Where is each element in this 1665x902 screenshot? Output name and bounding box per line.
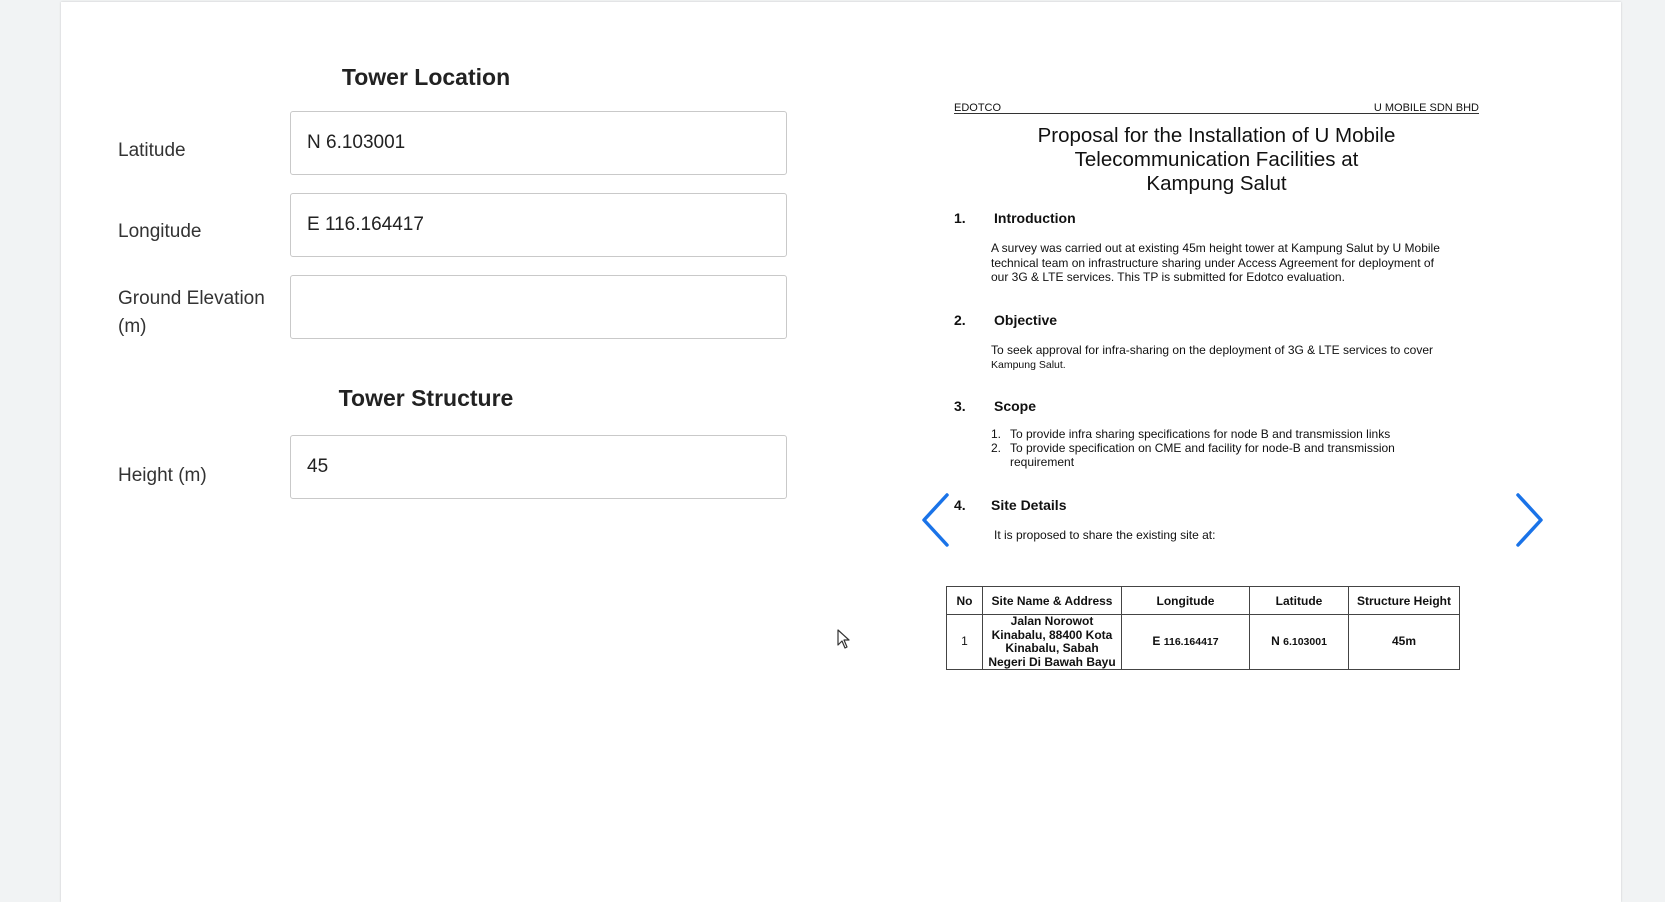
section-number: 4.	[954, 497, 966, 513]
section-number: 1.	[954, 210, 966, 226]
address-line: Negeri Di Bawah Bayu	[988, 654, 1116, 669]
ground-elevation-input[interactable]	[290, 275, 787, 339]
cell-address: Jalan Norowot Kinabalu, 88400 Kota Kinab…	[982, 614, 1122, 670]
paragraph-line: To seek approval for infra-sharing on th…	[991, 343, 1433, 357]
paragraph-line: our 3G & LTE services. This TP is submit…	[991, 270, 1345, 284]
latitude-prefix: N	[1271, 633, 1280, 648]
document-title-line: Proposal for the Installation of U Mobil…	[1037, 124, 1396, 147]
chevron-right-icon	[1516, 493, 1543, 547]
mouse-cursor-icon	[837, 629, 850, 649]
paragraph-line: Kampung Salut.	[991, 358, 1066, 371]
cell-longitude: E 116.164417	[1121, 614, 1250, 670]
address-line: Jalan Norowot	[1010, 614, 1094, 628]
height-label: Height (m)	[118, 465, 207, 486]
list-number: 2.	[991, 441, 1002, 455]
column-header: Site Name & Address	[982, 586, 1122, 615]
paragraph-line: technical team on infrastructure sharing…	[991, 255, 1434, 270]
document-header-left: EDOTCO	[954, 102, 1002, 114]
longitude-prefix: E	[1152, 633, 1161, 648]
list-text: To provide infra sharing specifications …	[1010, 427, 1391, 441]
section-heading-site-details: Site Details	[991, 497, 1067, 513]
paragraph-line: It is proposed to share the existing sit…	[994, 528, 1216, 542]
site-details-table: No Site Name & Address Longitude Latitud…	[946, 586, 1460, 670]
cell-latitude: N 6.103001	[1249, 614, 1349, 670]
previous-page-button[interactable]	[920, 492, 954, 548]
scope-list-item: 1. To provide infra sharing specification…	[991, 427, 1390, 442]
chevron-left-icon	[922, 493, 949, 547]
document-title-line: Kampung Salut	[1146, 172, 1287, 195]
table-header-row: No Site Name & Address Longitude Latitud…	[946, 586, 1460, 615]
longitude-label: Longitude	[118, 221, 202, 242]
section-heading-objective: Objective	[994, 312, 1058, 328]
section-heading-introduction: Introduction	[994, 210, 1076, 226]
cell-no: 1	[946, 614, 983, 670]
section-heading-scope: Scope	[994, 398, 1037, 414]
longitude-value: 116.164417	[1163, 635, 1219, 648]
document-title: Proposal for the Installation of U Mobil…	[954, 124, 1479, 196]
list-number: 1.	[991, 427, 1002, 441]
address-line: Kinabalu, Sabah	[1005, 641, 1099, 655]
introduction-paragraph: A survey was carried out at existing 45m…	[991, 241, 1440, 285]
list-text: To provide specification on CME and faci…	[1010, 441, 1395, 455]
document-header-right: U MOBILE SDN BHD	[1373, 102, 1479, 114]
list-text: requirement	[1010, 455, 1075, 469]
table-row: 1 Jalan Norowot Kinabalu, 88400 Kota Kin…	[946, 614, 1460, 670]
scope-list-item: 2. To provide specification on CME and fa…	[991, 441, 1395, 456]
section-number: 2.	[954, 312, 966, 328]
tower-location-title: Tower Location	[341, 64, 511, 90]
paragraph-line: A survey was carried out at existing 45m…	[991, 241, 1440, 255]
ground-elevation-label: Ground Elevation (m)	[118, 285, 265, 341]
column-header: Longitude	[1121, 586, 1250, 615]
scope-list-item: requirement	[991, 455, 1074, 470]
objective-paragraph: To seek approval for infra-sharing on th…	[991, 343, 1433, 372]
latitude-label: Latitude	[118, 140, 186, 161]
ground-elevation-label-line2: (m)	[118, 316, 147, 337]
longitude-input[interactable]: E 116.164417	[290, 193, 787, 257]
document-header: EDOTCO U MOBILE SDN BHD	[954, 96, 1479, 114]
next-page-button[interactable]	[1511, 492, 1545, 548]
column-header: Latitude	[1249, 586, 1349, 615]
column-header: Structure Height	[1348, 586, 1460, 615]
section-number: 3.	[954, 398, 966, 414]
ground-elevation-label-line1: Ground Elevation	[118, 288, 265, 309]
latitude-input[interactable]: N 6.103001	[290, 111, 787, 175]
latitude-value: 6.103001	[1283, 635, 1327, 648]
cell-structure-height: 45m	[1348, 614, 1460, 670]
document-title-line: Telecommunication Facilities at	[1074, 148, 1359, 171]
address-line: Kinabalu, 88400 Kota	[991, 627, 1113, 642]
height-input[interactable]: 45	[290, 435, 787, 499]
site-details-paragraph: It is proposed to share the existing sit…	[994, 528, 1215, 543]
tower-structure-title: Tower Structure	[338, 385, 514, 411]
column-header: No	[946, 586, 983, 615]
